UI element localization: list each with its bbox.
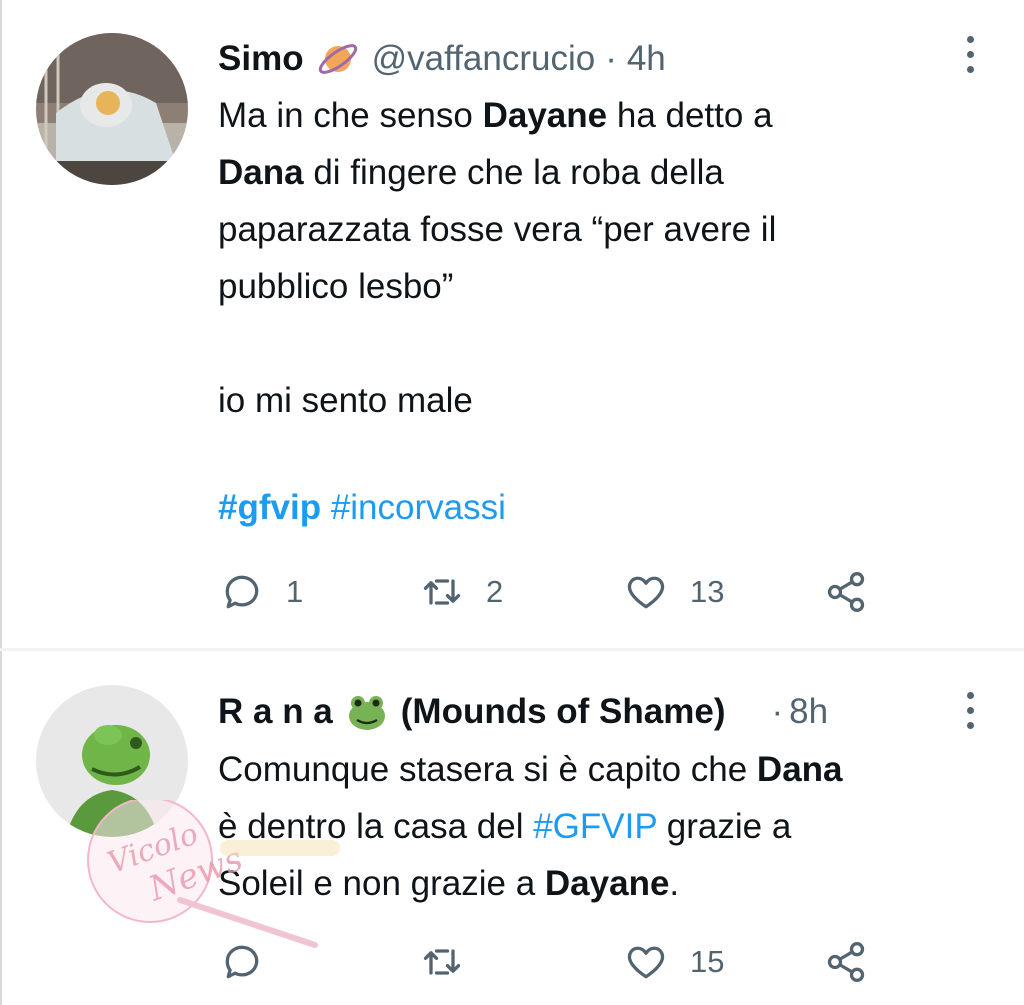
retweet-icon	[423, 949, 461, 975]
reply-button[interactable]	[220, 940, 286, 984]
reply-icon	[225, 575, 259, 609]
display-name[interactable]: R a n a	[218, 692, 333, 732]
like-button[interactable]: 15	[624, 940, 724, 984]
retweet-button[interactable]: 2	[420, 570, 503, 614]
like-count: 15	[690, 944, 725, 979]
share-button[interactable]	[824, 570, 868, 614]
like-count: 13	[690, 574, 725, 609]
share-icon	[827, 942, 865, 982]
heart-icon	[627, 576, 665, 609]
timestamp[interactable]: 8h	[789, 692, 828, 732]
avatar[interactable]	[36, 685, 188, 837]
reply-count: 1	[286, 574, 304, 609]
separator-dot: ·	[771, 692, 784, 731]
more-options-icon[interactable]	[964, 36, 976, 76]
separator-dot: ·	[605, 39, 617, 78]
reply-button[interactable]: 1	[220, 570, 303, 614]
action-bar: 15	[0, 940, 1024, 990]
tweet-1[interactable]: Simo @vaffancrucio · 4h Ma in che senso …	[0, 0, 1024, 648]
hashtag-link[interactable]: #gfvip	[218, 488, 321, 527]
tweet-text: Comunque stasera si è capito che Dana è …	[218, 750, 843, 903]
handle[interactable]: @vaffancrucio	[372, 39, 596, 79]
timestamp[interactable]: 4h	[627, 39, 666, 79]
display-name[interactable]: Simo	[218, 39, 304, 79]
heart-icon	[627, 946, 665, 979]
display-name-suffix[interactable]: (Mounds of Shame)	[401, 692, 726, 732]
more-options-icon[interactable]	[964, 692, 976, 732]
frog-emoji	[345, 690, 389, 734]
like-button[interactable]: 13	[624, 570, 724, 614]
tweet-text: Ma in che senso Dayane ha detto a Dana d…	[218, 96, 777, 420]
tweet-header: R a n a (Mounds of Shame) · 8h	[218, 688, 828, 736]
retweet-icon	[423, 579, 461, 605]
tweet-header: Simo @vaffancrucio · 4h	[218, 35, 666, 83]
ringed-planet-emoji	[316, 37, 360, 81]
hashtag-link[interactable]: #incorvassi	[331, 488, 506, 527]
action-bar: 1 2 13	[0, 570, 1024, 620]
tweet-2[interactable]: R a n a (Mounds of Shame) · 8h Comunque …	[0, 652, 1024, 1005]
tweet-divider	[0, 648, 1024, 651]
hashtags: #gfvip #incorvassi	[218, 488, 506, 528]
hashtag-link[interactable]: #GFVIP	[533, 807, 657, 846]
share-button[interactable]	[824, 940, 868, 984]
share-icon	[827, 572, 865, 612]
reply-icon	[225, 945, 259, 979]
retweet-count: 2	[486, 574, 504, 609]
avatar[interactable]	[36, 33, 188, 185]
retweet-button[interactable]	[420, 940, 486, 984]
